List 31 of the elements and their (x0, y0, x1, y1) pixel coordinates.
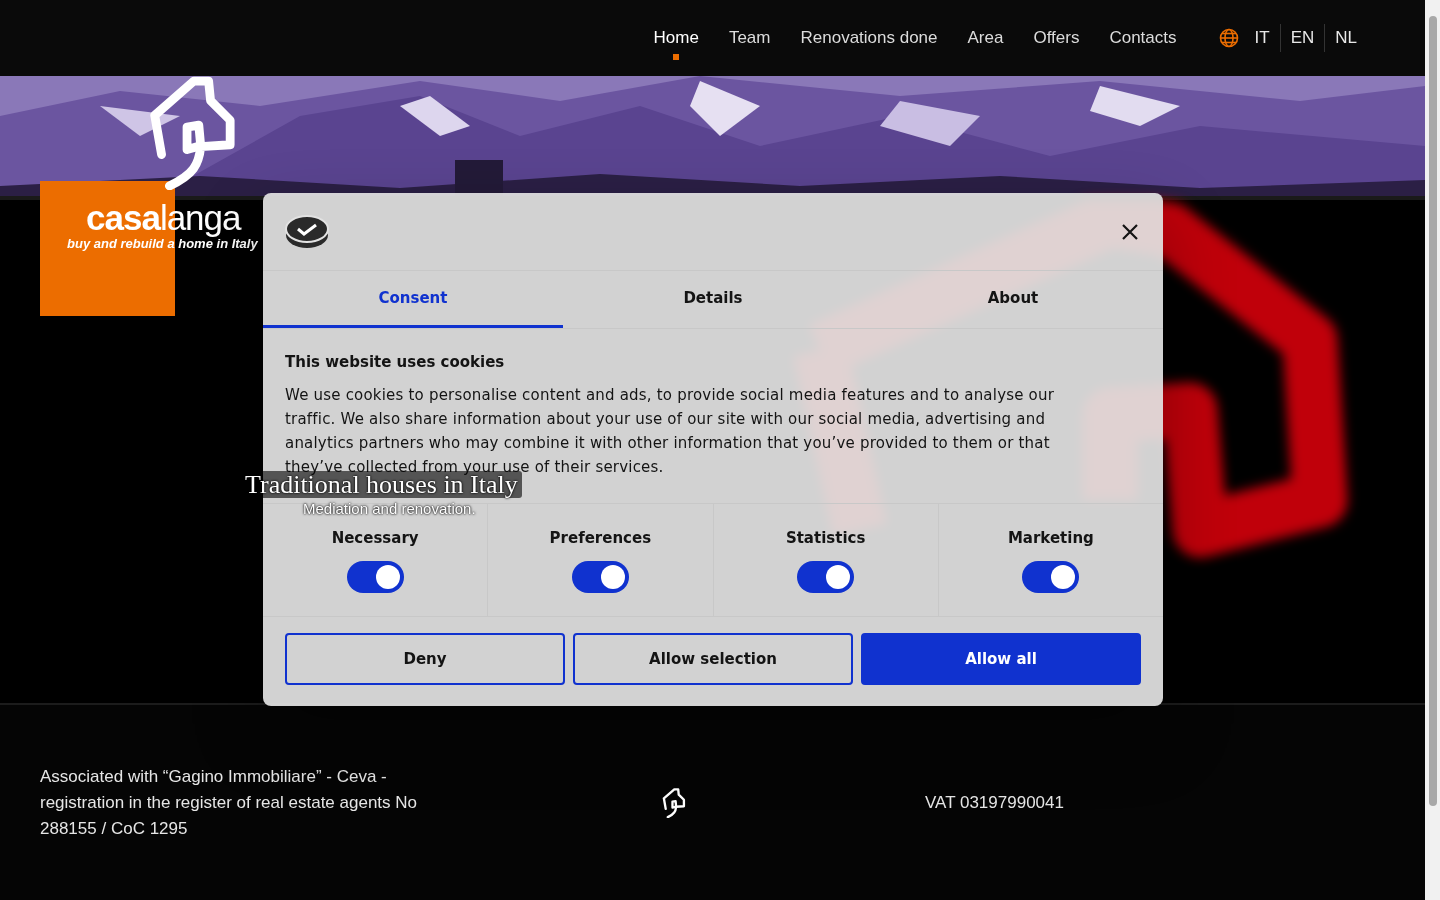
consent-button[interactable]: Allow selection (573, 633, 853, 685)
category-label: Preferences (549, 529, 652, 547)
dialog-title: This website uses cookies (285, 353, 506, 371)
dialog-tab[interactable]: Details (563, 271, 863, 328)
category-toggle[interactable] (346, 561, 404, 593)
scrollbar[interactable] (1425, 0, 1440, 900)
nav-link[interactable]: Renovations done (800, 14, 938, 62)
brand-tagline: buy and rebuild a home in Italy (67, 236, 258, 251)
language-link[interactable]: IT (1244, 24, 1280, 52)
language-link[interactable]: NL (1324, 24, 1367, 52)
category-toggle[interactable] (1022, 561, 1080, 593)
category-label: Necessary (331, 529, 419, 547)
consent-button[interactable]: Allow all (861, 633, 1141, 685)
association-text: Associated with “Gagino Immobiliare” - Ceva - registration in the register of real estate agents No 288155 / CoC 1295 (40, 765, 419, 840)
nav-link[interactable]: Offers (1033, 14, 1080, 62)
category-label: Marketing (1007, 529, 1094, 547)
vat-number: VAT 03197990041 (925, 792, 1065, 813)
nav-link[interactable]: Contacts (1109, 14, 1177, 62)
check-badge-icon (285, 214, 329, 249)
nav-link[interactable]: Area (967, 14, 1004, 62)
category-label: Statistics (785, 529, 866, 547)
language-link[interactable]: EN (1279, 24, 1325, 52)
dialog-tab[interactable]: Consent (263, 271, 563, 328)
nav-link[interactable]: Home (653, 14, 699, 62)
consent-button[interactable]: Deny (285, 633, 565, 685)
category-toggle[interactable] (571, 561, 629, 593)
category-toggle[interactable] (797, 561, 855, 593)
globe-icon[interactable] (1218, 28, 1239, 48)
nav-link[interactable]: Team (728, 14, 771, 62)
hero-subtitle: Mediation and renovation. (303, 500, 476, 518)
dialog-tab[interactable]: About (863, 271, 1163, 328)
